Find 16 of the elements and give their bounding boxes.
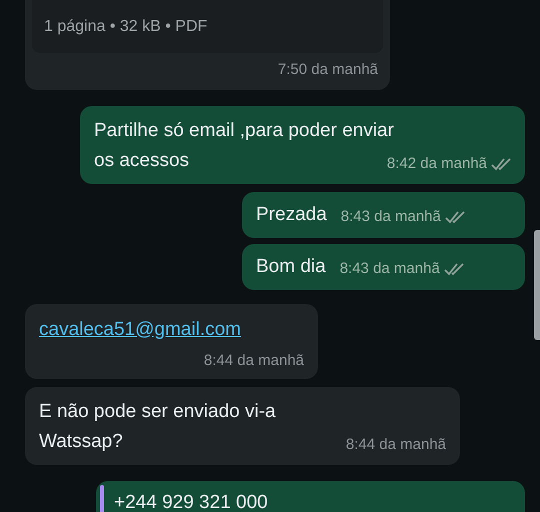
message-text-line: Prezada <box>256 202 327 226</box>
message-time: 8:44 da manhã <box>346 435 446 455</box>
document-info: 1 página • 32 kB • PDF <box>44 17 208 37</box>
email-link[interactable]: cavaleca51@gmail.com <box>39 318 241 340</box>
message-time: 8:42 da manhã <box>386 154 487 174</box>
message-text-line: Watssap? <box>39 430 123 454</box>
message-time: 7:50 da manhã <box>278 60 378 80</box>
message-text-line: Bom dia <box>256 254 326 278</box>
message-text-line: E não pode ser enviado vi-a <box>39 400 276 424</box>
message-text-line: Partilhe só email ,para poder enviar <box>94 118 394 142</box>
quoted-text: +244 929 321 000 <box>114 490 268 512</box>
message-time: 8:43 da manhã <box>340 207 441 227</box>
message-text-line: os acessos <box>94 148 190 172</box>
message-time: 8:44 da manhã <box>204 351 304 371</box>
quote-bar <box>100 484 104 512</box>
message-time: 8:43 da manhã <box>340 259 440 279</box>
